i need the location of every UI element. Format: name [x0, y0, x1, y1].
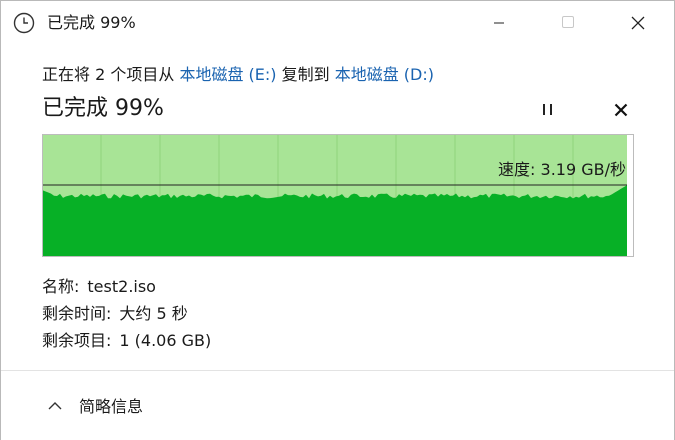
- maximize-button[interactable]: [545, 1, 591, 45]
- name-label: 名称:: [42, 277, 80, 296]
- name-value: test2.iso: [87, 277, 156, 296]
- copy-action-middle: 复制到: [276, 65, 335, 84]
- speed-label: 速度: 3.19 GB/秒: [498, 160, 626, 179]
- destination-location-link[interactable]: 本地磁盘 (D:): [335, 65, 434, 84]
- cancel-icon: [614, 103, 628, 117]
- transfer-details: 名称: test2.iso 剩余时间: 大约 5 秒 剩余项目: 1 (4.06 GB…: [42, 273, 211, 354]
- detail-time-remaining: 剩余时间: 大约 5 秒: [42, 300, 211, 327]
- file-copy-dialog: 已完成 99% 正在将 2 个项目从 本地磁盘 (E:) 复制到 本地磁盘 (D…: [0, 0, 675, 440]
- detail-items-remaining: 剩余项目: 1 (4.06 GB): [42, 327, 211, 354]
- chevron-up-icon: [48, 402, 62, 410]
- cancel-button[interactable]: [606, 97, 636, 123]
- minimize-button[interactable]: [476, 1, 522, 45]
- pause-button[interactable]: [533, 97, 563, 123]
- clock-icon: [13, 12, 35, 34]
- items-remaining-label: 剩余项目:: [42, 331, 112, 350]
- copy-action-prefix: 正在将 2 个项目从: [42, 65, 180, 84]
- less-details-label: 简略信息: [79, 397, 144, 416]
- close-icon: [631, 16, 645, 30]
- maximize-icon: [562, 16, 574, 28]
- time-remaining-value: 大约 5 秒: [119, 304, 188, 323]
- transfer-speed-graph: 速度: 3.19 GB/秒: [42, 134, 634, 257]
- time-remaining-label: 剩余时间:: [42, 304, 112, 323]
- window-title: 已完成 99%: [47, 13, 136, 32]
- copy-description: 正在将 2 个项目从 本地磁盘 (E:) 复制到 本地磁盘 (D:): [42, 65, 434, 85]
- progress-heading: 已完成 99%: [42, 96, 164, 121]
- title-bar[interactable]: 已完成 99%: [1, 1, 674, 45]
- minimize-icon: [494, 22, 504, 24]
- graph-remaining-area: [627, 134, 634, 257]
- pause-icon: [543, 104, 552, 115]
- speed-graph-canvas: [42, 134, 634, 257]
- dialog-footer: 简略信息: [1, 370, 674, 440]
- detail-name: 名称: test2.iso: [42, 273, 211, 300]
- close-button[interactable]: [615, 1, 661, 45]
- items-remaining-value: 1 (4.06 GB): [119, 331, 212, 350]
- source-location-link[interactable]: 本地磁盘 (E:): [179, 65, 276, 84]
